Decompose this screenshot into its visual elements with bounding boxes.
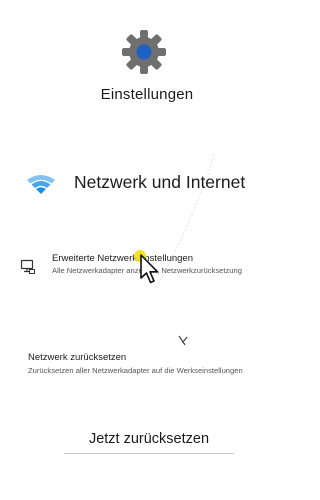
reset-now-button[interactable]: Jetzt zurücksetzen: [64, 424, 234, 454]
cursor-trace-mark: [178, 335, 188, 346]
pc-network-icon: [20, 259, 36, 275]
network-reset-description: Zurücksetzen aller Netzwerkadapter auf d…: [28, 366, 243, 375]
mouse-cursor-icon: [139, 254, 161, 286]
gear-icon: [120, 28, 168, 76]
network-reset-section: Netzwerk zurücksetzen Zurücksetzen aller…: [28, 352, 300, 380]
section-title: Netzwerk und Internet: [74, 172, 246, 192]
advanced-network-settings-label: Erweiterte Netzwerkeinstellungen: [52, 253, 193, 264]
advanced-network-settings-description: Alle Netzwerkadapter anzeigen, Netzwerkz…: [52, 266, 242, 275]
section-header: Netzwerk und Internet: [26, 168, 296, 200]
app-header: Einstellungen: [0, 28, 300, 112]
app-title: Einstellungen: [100, 86, 194, 103]
network-reset-title: Netzwerk zurücksetzen: [28, 352, 127, 363]
settings-page: Einstellungen Netzwerk und Internet Erwe…: [0, 0, 300, 500]
wifi-icon: [26, 173, 56, 195]
